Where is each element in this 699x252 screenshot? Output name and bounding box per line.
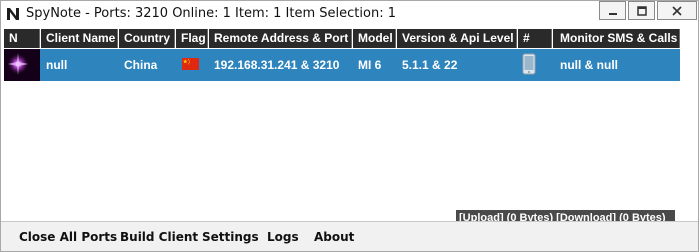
minimize-icon	[608, 12, 617, 15]
model-cell: MI 6	[358, 58, 382, 72]
remote-address-cell: 192.168.31.241 & 3210	[214, 58, 340, 72]
client-name-cell: null	[46, 58, 68, 72]
column-header-remote-address[interactable]: Remote Address & Port	[209, 29, 352, 48]
spynote-window: SpyNote - Ports: 3210 Online: 1 Item: 1 …	[0, 0, 699, 252]
spynote-logo-icon	[7, 8, 19, 20]
china-flag-icon	[182, 58, 199, 70]
client-list[interactable]: N Client Name Country Flag Remote Addres…	[4, 29, 697, 227]
column-header-n[interactable]: N	[4, 29, 40, 48]
table-header: N Client Name Country Flag Remote Addres…	[4, 29, 697, 48]
monitor-cell: null & null	[560, 58, 618, 72]
logs-button[interactable]: Logs	[267, 228, 299, 246]
country-cell: China	[124, 58, 158, 72]
flag-cell	[182, 58, 199, 71]
window-title: SpyNote - Ports: 3210 Online: 1 Item: 1 …	[26, 6, 396, 21]
maximize-button[interactable]	[628, 1, 655, 20]
close-icon	[672, 5, 682, 16]
android-avatar-icon	[4, 49, 40, 81]
close-button[interactable]	[657, 1, 697, 20]
device-cell	[522, 53, 536, 77]
column-header-model[interactable]: Model	[353, 29, 396, 48]
about-button[interactable]: About	[314, 228, 354, 246]
close-all-ports-button[interactable]: Close All Ports	[19, 228, 117, 246]
bottom-menu-bar: Close All Ports Build Client Settings Lo…	[1, 221, 698, 251]
build-client-button[interactable]: Build Client	[120, 228, 198, 246]
column-header-client-name[interactable]: Client Name	[41, 29, 118, 48]
column-header-monitor[interactable]: Monitor SMS & Calls	[553, 29, 680, 48]
column-header-country[interactable]: Country	[119, 29, 175, 48]
minimize-button[interactable]	[599, 1, 626, 20]
column-header-version-api[interactable]: Version & Api Level	[397, 29, 517, 48]
column-header-flag[interactable]: Flag	[176, 29, 208, 48]
version-api-cell: 5.1.1 & 22	[402, 58, 458, 72]
settings-button[interactable]: Settings	[202, 228, 259, 246]
table-row[interactable]: null China 192.168.31.241 & 3210 MI 6 5.…	[4, 49, 680, 81]
column-header-device[interactable]: #	[518, 29, 552, 48]
maximize-icon	[636, 5, 647, 16]
title-bar: SpyNote - Ports: 3210 Online: 1 Item: 1 …	[1, 1, 698, 27]
phone-icon	[522, 53, 536, 75]
